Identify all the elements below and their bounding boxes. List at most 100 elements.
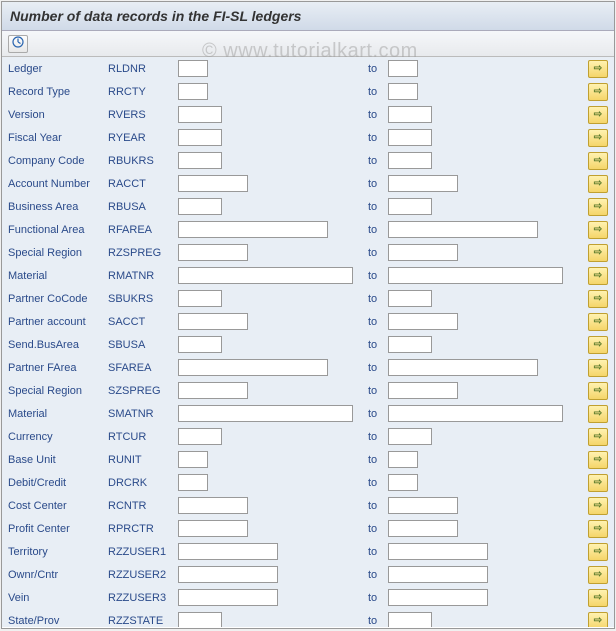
multiple-selection-button[interactable]: ⇨ [588,106,608,124]
to-label: to [358,178,388,190]
from-input[interactable] [178,428,222,445]
multiple-selection-button[interactable]: ⇨ [588,152,608,170]
multiple-selection-button[interactable]: ⇨ [588,290,608,308]
to-input[interactable] [388,589,488,606]
arrow-right-icon: ⇨ [594,63,602,74]
to-cell [388,497,568,514]
field-code: DRCRK [108,477,178,489]
to-input[interactable] [388,428,432,445]
to-input[interactable] [388,152,432,169]
from-input[interactable] [178,359,328,376]
to-input[interactable] [388,175,458,192]
to-cell [388,129,568,146]
multiple-selection-button[interactable]: ⇨ [588,244,608,262]
to-label: to [358,339,388,351]
selection-row: Send.BusAreaSBUSAto⇨ [2,333,614,356]
from-input[interactable] [178,451,208,468]
to-input[interactable] [388,60,418,77]
multiple-selection-button[interactable]: ⇨ [588,336,608,354]
to-input[interactable] [388,244,458,261]
to-input[interactable] [388,543,488,560]
to-input[interactable] [388,382,458,399]
from-input[interactable] [178,175,248,192]
from-input[interactable] [178,83,208,100]
multiple-selection-button[interactable]: ⇨ [588,198,608,216]
to-cell [388,566,568,583]
multiple-selection-button[interactable]: ⇨ [588,428,608,446]
from-input[interactable] [178,129,222,146]
from-input[interactable] [178,244,248,261]
multiple-selection-button[interactable]: ⇨ [588,589,608,607]
field-code: SACCT [108,316,178,328]
multiple-selection-button[interactable]: ⇨ [588,83,608,101]
from-input[interactable] [178,405,353,422]
to-input[interactable] [388,83,418,100]
from-input[interactable] [178,290,222,307]
multiple-selection-button[interactable]: ⇨ [588,543,608,561]
to-input[interactable] [388,359,538,376]
from-input[interactable] [178,60,208,77]
from-input[interactable] [178,497,248,514]
to-input[interactable] [388,336,432,353]
selection-row: Special RegionSZSPREGto⇨ [2,379,614,402]
from-input[interactable] [178,520,248,537]
selection-row: VeinRZZUSER3to⇨ [2,586,614,609]
to-input[interactable] [388,267,563,284]
field-label: Special Region [8,385,108,397]
multiple-selection-button[interactable]: ⇨ [588,221,608,239]
multiple-selection-button[interactable]: ⇨ [588,175,608,193]
from-input[interactable] [178,474,208,491]
from-input[interactable] [178,106,222,123]
multiple-selection-button[interactable]: ⇨ [588,313,608,331]
to-label: to [358,546,388,558]
from-input[interactable] [178,313,248,330]
field-label: Account Number [8,178,108,190]
from-input[interactable] [178,566,278,583]
to-input[interactable] [388,474,418,491]
from-input[interactable] [178,267,353,284]
multiple-selection-button[interactable]: ⇨ [588,405,608,423]
execute-button[interactable] [8,35,28,53]
to-input[interactable] [388,451,418,468]
multiple-selection-button[interactable]: ⇨ [588,566,608,584]
multiple-selection-button[interactable]: ⇨ [588,497,608,515]
to-input[interactable] [388,106,432,123]
from-input[interactable] [178,382,248,399]
to-cell [388,221,568,238]
multiple-selection-button[interactable]: ⇨ [588,129,608,147]
to-label: to [358,293,388,305]
multiple-selection-button[interactable]: ⇨ [588,612,608,628]
to-input[interactable] [388,290,432,307]
from-input[interactable] [178,152,222,169]
from-input[interactable] [178,543,278,560]
multiple-selection-button[interactable]: ⇨ [588,60,608,78]
to-input[interactable] [388,221,538,238]
to-input[interactable] [388,566,488,583]
to-input[interactable] [388,612,432,627]
multiple-selection-button[interactable]: ⇨ [588,520,608,538]
to-cell [388,290,568,307]
to-input[interactable] [388,129,432,146]
field-label: Material [8,270,108,282]
to-input[interactable] [388,405,563,422]
from-input[interactable] [178,589,278,606]
from-input[interactable] [178,336,222,353]
field-label: Fiscal Year [8,132,108,144]
to-input[interactable] [388,198,432,215]
field-label: Partner FArea [8,362,108,374]
multiple-selection-button[interactable]: ⇨ [588,382,608,400]
from-input[interactable] [178,198,222,215]
multiple-selection-button[interactable]: ⇨ [588,451,608,469]
multiple-selection-button[interactable]: ⇨ [588,267,608,285]
arrow-right-icon: ⇨ [594,224,602,235]
from-cell [178,313,358,330]
to-input[interactable] [388,313,458,330]
to-input[interactable] [388,520,458,537]
multiple-selection-button[interactable]: ⇨ [588,359,608,377]
from-input[interactable] [178,612,222,627]
arrow-right-icon: ⇨ [594,339,602,350]
multiple-selection-button[interactable]: ⇨ [588,474,608,492]
to-input[interactable] [388,497,458,514]
from-input[interactable] [178,221,328,238]
from-cell [178,520,358,537]
